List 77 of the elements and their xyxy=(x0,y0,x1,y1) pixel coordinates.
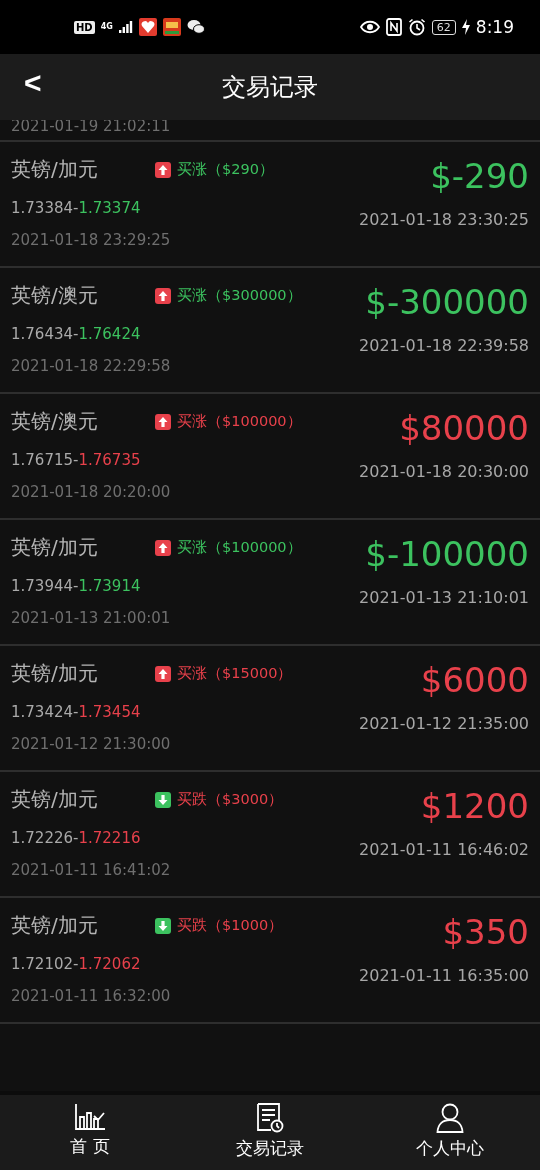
profit-amount: $-300000 xyxy=(365,282,529,322)
order-type: 买跌（$3000） xyxy=(177,790,284,809)
profit-amount: $-100000 xyxy=(365,534,529,574)
hd-indicator: HD xyxy=(74,20,95,34)
person-icon xyxy=(436,1103,464,1133)
up-arrow-icon xyxy=(155,161,171,178)
up-arrow-icon xyxy=(155,287,171,304)
down-arrow-icon xyxy=(155,791,171,808)
trade-record[interactable]: 英镑/澳元 买涨（$300000） 1.76434-1.76424 2021-01-18 22:29:58 $-300000 2021-01-18 22:39:58 xyxy=(0,268,540,394)
order-type: 买涨（$290） xyxy=(177,160,274,179)
currency-pair: 英镑/澳元 xyxy=(11,282,99,309)
currency-pair: 英镑/加元 xyxy=(11,156,99,183)
profit-amount: $-290 xyxy=(430,156,529,196)
order-type: 买涨（$100000） xyxy=(177,412,302,431)
profit-amount: $350 xyxy=(442,912,529,952)
close-time: 2021-01-12 21:35:00 xyxy=(359,714,529,733)
price-range: 1.73424-1.73454 xyxy=(11,703,142,721)
alarm-icon xyxy=(407,18,426,36)
currency-pair: 英镑/加元 xyxy=(11,912,99,939)
open-time: 2021-01-12 21:30:00 xyxy=(11,735,172,753)
close-time: 2021-01-18 20:30:00 xyxy=(359,462,529,481)
order-type: 买涨（$15000） xyxy=(177,664,293,683)
up-arrow-icon xyxy=(155,413,171,430)
open-time: 2021-01-18 23:29:25 xyxy=(11,231,172,249)
currency-pair: 英镑/加元 xyxy=(11,534,99,561)
trade-record[interactable]: 英镑/加元 买涨（$15000） 1.73424-1.73454 2021-01-12 21:30:00 $6000 2021-01-12 21:35:00 xyxy=(0,646,540,772)
nav-tab[interactable]: 交易记录 xyxy=(180,1095,360,1170)
trade-record[interactable]: 英镑/加元 买涨（$290） 1.73384-1.73374 2021-01-18 23:29:25 $-290 2021-01-18 23:30:25 xyxy=(0,142,540,268)
price-range: 1.76715-1.76735 xyxy=(11,451,142,469)
close-time: 2021-01-18 23:30:25 xyxy=(359,210,529,229)
page-title: 交易记录 xyxy=(222,72,318,103)
chart-icon xyxy=(74,1103,106,1131)
document-clock-icon xyxy=(256,1103,284,1133)
trade-record[interactable]: 英镑/澳元 买涨（$100000） 1.76715-1.76735 2021-01-18 20:20:00 $80000 2021-01-18 20:30:00 xyxy=(0,394,540,520)
price-range: 1.73384-1.73374 xyxy=(11,199,142,217)
signal-icon xyxy=(118,20,133,34)
order-type: 买跌（$1000） xyxy=(177,916,284,935)
profit-amount: $6000 xyxy=(420,660,529,700)
open-time: 2021-01-11 16:41:02 xyxy=(11,861,172,879)
trade-record[interactable]: 英镑/加元 买跌（$1000） 1.72102-1.72062 2021-01-11 16:32:00 $350 2021-01-11 16:35:00 xyxy=(0,898,540,1024)
up-arrow-icon xyxy=(155,539,171,556)
open-time: 2021-01-19 21:02:11 xyxy=(11,120,171,134)
price-range: 1.73944-1.73914 xyxy=(11,577,142,595)
app-icon xyxy=(162,18,181,36)
eye-icon xyxy=(359,20,380,34)
profit-amount: $80000 xyxy=(399,408,529,448)
currency-pair: 英镑/加元 xyxy=(11,660,99,687)
order-type: 买涨（$100000） xyxy=(177,538,302,557)
close-time: 2021-01-13 21:10:01 xyxy=(359,588,529,607)
open-time: 2021-01-18 22:29:58 xyxy=(11,357,172,375)
close-time: 2021-01-11 16:35:00 xyxy=(359,966,529,985)
nav-tab[interactable]: 首 页 xyxy=(0,1095,180,1170)
down-arrow-icon xyxy=(155,917,171,934)
trade-record[interactable]: 英镑/加元 买跌（$3000） 1.72226-1.72216 2021-01-11 16:41:02 $1200 2021-01-11 16:46:02 xyxy=(0,772,540,898)
price-range: 1.76434-1.76424 xyxy=(11,325,142,343)
price-range: 1.72226-1.72216 xyxy=(11,829,142,847)
currency-pair: 英镑/澳元 xyxy=(11,408,99,435)
battery-level: 62 xyxy=(431,19,456,35)
close-time: 2021-01-18 22:39:58 xyxy=(359,336,529,355)
currency-pair: 英镑/加元 xyxy=(11,786,99,813)
open-time: 2021-01-13 21:00:01 xyxy=(11,609,172,627)
open-time: 2021-01-18 20:20:00 xyxy=(11,483,172,501)
price-range: 1.72102-1.72062 xyxy=(11,955,142,973)
trade-record[interactable]: 英镑/加元 买涨（$100000） 1.73944-1.73914 2021-01-13 21:00:01 $-100000 2021-01-13 21:10:01 xyxy=(0,520,540,646)
profit-amount: $1200 xyxy=(420,786,529,826)
chat-icon xyxy=(186,19,205,35)
close-time: 2021-01-11 16:46:02 xyxy=(359,840,529,859)
network-label: 4G xyxy=(100,23,113,31)
nav-tab[interactable]: 个人中心 xyxy=(360,1095,540,1170)
app-icon xyxy=(138,18,157,36)
nfc-icon xyxy=(385,18,402,36)
back-button[interactable]: < xyxy=(18,68,48,98)
up-arrow-icon xyxy=(155,665,171,682)
clock-time: 8:19 xyxy=(475,17,514,37)
charging-icon xyxy=(461,19,470,35)
order-type: 买涨（$300000） xyxy=(177,286,302,305)
open-time: 2021-01-11 16:32:00 xyxy=(11,987,172,1005)
